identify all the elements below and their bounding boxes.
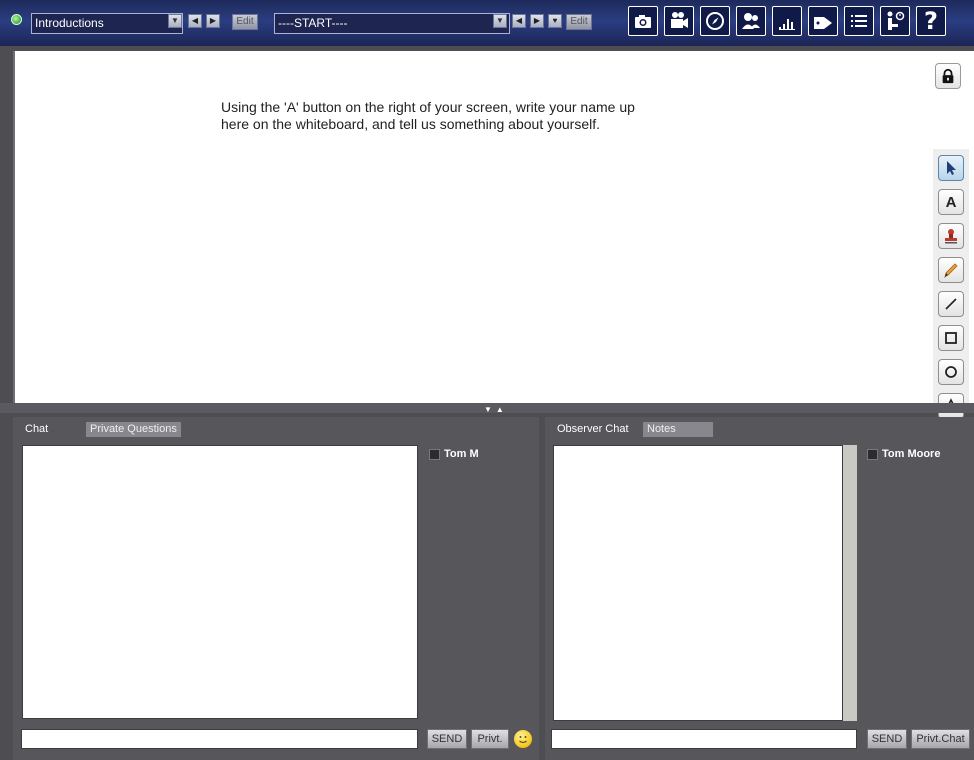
tab-observer-chat[interactable]: Observer Chat	[553, 422, 633, 437]
tab-chat[interactable]: Chat	[21, 422, 52, 437]
whiteboard-instructions: Using the 'A' button on the right of you…	[221, 99, 721, 133]
participant-checkbox[interactable]	[429, 448, 440, 460]
rectangle-icon[interactable]	[938, 325, 964, 351]
pencil-icon[interactable]	[938, 257, 964, 283]
send-button[interactable]: SEND	[427, 729, 467, 749]
observer-chat-messages[interactable]	[553, 445, 843, 721]
app-window: Introductions ▼ ◀ ▶ Edit ----START---- ▼…	[0, 0, 974, 760]
whiteboard[interactable]: Using the 'A' button on the right of you…	[13, 51, 974, 419]
participant-row[interactable]: Tom M	[429, 448, 479, 460]
participant-name: Tom M	[444, 448, 479, 460]
list-icon[interactable]	[844, 6, 874, 36]
observer-participant-checkbox[interactable]	[867, 448, 878, 460]
lock-icon[interactable]	[935, 63, 961, 89]
observer-send-button[interactable]: SEND	[867, 729, 907, 749]
prev-agenda-button[interactable]: ◀	[188, 14, 202, 28]
observer-participant-row[interactable]: Tom Moore	[867, 448, 940, 460]
next-slide-button[interactable]: ▶	[530, 14, 544, 28]
instruction-line-2: here on the whiteboard, and tell us some…	[221, 116, 601, 132]
observer-chat-input[interactable]	[551, 729, 857, 749]
smiley-emoji-icon[interactable]	[514, 730, 532, 748]
chat-messages[interactable]	[22, 445, 418, 719]
slide-edit-button[interactable]: Edit	[566, 14, 592, 30]
pointer-icon[interactable]	[938, 155, 964, 181]
agenda-select[interactable]: Introductions	[31, 13, 183, 34]
drawing-tools-palette: A	[933, 149, 969, 419]
poll-chart-icon[interactable]	[772, 6, 802, 36]
collapse-toggle-icon[interactable]: ▼▲	[484, 405, 508, 414]
webcam-icon[interactable]	[664, 6, 694, 36]
hand-raise-icon[interactable]	[880, 6, 910, 36]
text-icon[interactable]: A	[938, 189, 964, 215]
prev-slide-button[interactable]: ◀	[512, 14, 526, 28]
observer-participant-name: Tom Moore	[882, 448, 941, 460]
chevron-down-icon[interactable]: ▼	[493, 14, 507, 28]
bookmark-slide-button[interactable]: ♥	[548, 14, 562, 28]
top-toolbar: Introductions ▼ ◀ ▶ Edit ----START---- ▼…	[0, 0, 974, 46]
chat-panel: Chat Private Questions Tom M SEND Privt.	[13, 417, 539, 760]
connection-status-icon	[11, 14, 22, 25]
tab-private-questions[interactable]: Private Questions	[86, 422, 181, 437]
next-agenda-button[interactable]: ▶	[206, 14, 220, 28]
circle-icon[interactable]	[938, 359, 964, 385]
camera-icon[interactable]	[628, 6, 658, 36]
observer-chat-scrollbar[interactable]	[843, 445, 857, 721]
tag-icon[interactable]	[808, 6, 838, 36]
users-icon[interactable]	[736, 6, 766, 36]
slide-select[interactable]: ----START----	[274, 13, 510, 34]
compass-icon[interactable]	[700, 6, 730, 36]
chat-input[interactable]	[21, 729, 418, 749]
instruction-line-1: Using the 'A' button on the right of you…	[221, 99, 635, 115]
private-chat-button[interactable]: Privt.Chat	[911, 729, 970, 749]
tab-notes[interactable]: Notes	[643, 422, 713, 437]
help-icon[interactable]: ?	[916, 6, 946, 36]
private-button[interactable]: Privt.	[471, 729, 509, 749]
agenda-edit-button[interactable]: Edit	[232, 14, 258, 30]
stamp-icon[interactable]	[938, 223, 964, 249]
observer-panel: Observer Chat Notes Tom Moore SEND Privt…	[545, 417, 974, 760]
line-icon[interactable]	[938, 291, 964, 317]
chevron-down-icon[interactable]: ▼	[168, 14, 182, 28]
